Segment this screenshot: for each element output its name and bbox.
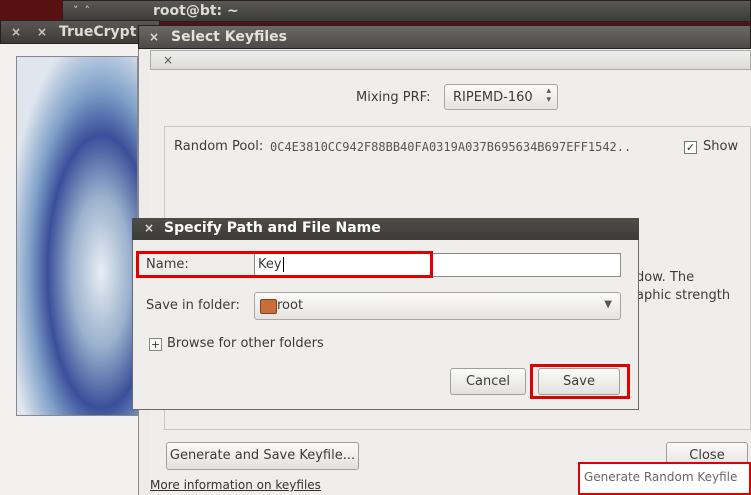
select-keyfiles-title: Select Keyfiles bbox=[171, 29, 287, 45]
close-icon[interactable]: × bbox=[11, 25, 21, 39]
save-in-folder-label: Save in folder: bbox=[146, 298, 240, 313]
generate-and-save-keyfile-button[interactable]: Generate and Save Keyfile... bbox=[166, 442, 359, 470]
show-label: Show bbox=[703, 139, 739, 154]
show-checkbox[interactable]: ✓ bbox=[684, 141, 697, 154]
save-highlight-box bbox=[530, 364, 630, 399]
truecrypt-title-bar[interactable]: × × TrueCrypt bbox=[0, 20, 160, 44]
close-icon[interactable]: × bbox=[144, 221, 154, 235]
terminal-window-controls: ˅ ˄ bbox=[73, 4, 90, 17]
chevron-down-icon: ▼ bbox=[604, 299, 612, 310]
minimize-icon[interactable]: × bbox=[37, 25, 47, 39]
truecrypt-disc-image bbox=[16, 56, 138, 416]
keyfiles-info-link[interactable]: More information on keyfiles bbox=[150, 478, 321, 492]
maximize-icon[interactable]: ˄ bbox=[85, 4, 91, 17]
expander-plus-icon[interactable]: + bbox=[149, 338, 162, 351]
truecrypt-title: TrueCrypt bbox=[59, 24, 137, 40]
random-pool-value: 0C4E3810CC942F88BB40FA0319A037B695634B69… bbox=[270, 140, 632, 154]
home-folder-icon bbox=[260, 299, 277, 314]
save-in-folder-select[interactable]: root ▼ bbox=[254, 292, 621, 320]
close-icon[interactable]: × bbox=[163, 53, 173, 67]
close-icon[interactable]: × bbox=[149, 30, 159, 44]
info-text-line-1: dow. The bbox=[636, 270, 695, 285]
browse-other-folders-label[interactable]: Browse for other folders bbox=[167, 336, 324, 351]
info-text-line-2: aphic strength bbox=[636, 288, 731, 303]
mixing-prf-select[interactable]: RIPEMD-160 ▴ ▾ bbox=[444, 84, 558, 110]
folder-value: root bbox=[277, 298, 304, 313]
select-keyfiles-title-bar[interactable]: × Select Keyfiles bbox=[138, 25, 751, 49]
cancel-button[interactable]: Cancel bbox=[450, 368, 526, 395]
name-highlight-box bbox=[136, 251, 433, 278]
mixing-prf-value: RIPEMD-160 bbox=[453, 90, 533, 105]
random-pool-label: Random Pool: bbox=[174, 139, 264, 154]
terminal-title: root@bt: ~ bbox=[153, 3, 239, 19]
save-dialog-title-bar[interactable]: × Specify Path and File Name bbox=[132, 218, 639, 240]
save-dialog-title: Specify Path and File Name bbox=[164, 220, 381, 236]
terminal-title-bar[interactable]: ˅ ˄ root@bt: ~ bbox=[62, 0, 751, 22]
keyfile-generator-title-bar[interactable]: × bbox=[150, 50, 751, 70]
mixing-prf-label: Mixing PRF: bbox=[356, 90, 431, 105]
generate-random-keyfile-button[interactable]: Generate Random Keyfile bbox=[578, 462, 751, 495]
spin-arrows-icon: ▴ ▾ bbox=[546, 86, 551, 105]
minimize-icon[interactable]: ˅ bbox=[73, 4, 79, 17]
